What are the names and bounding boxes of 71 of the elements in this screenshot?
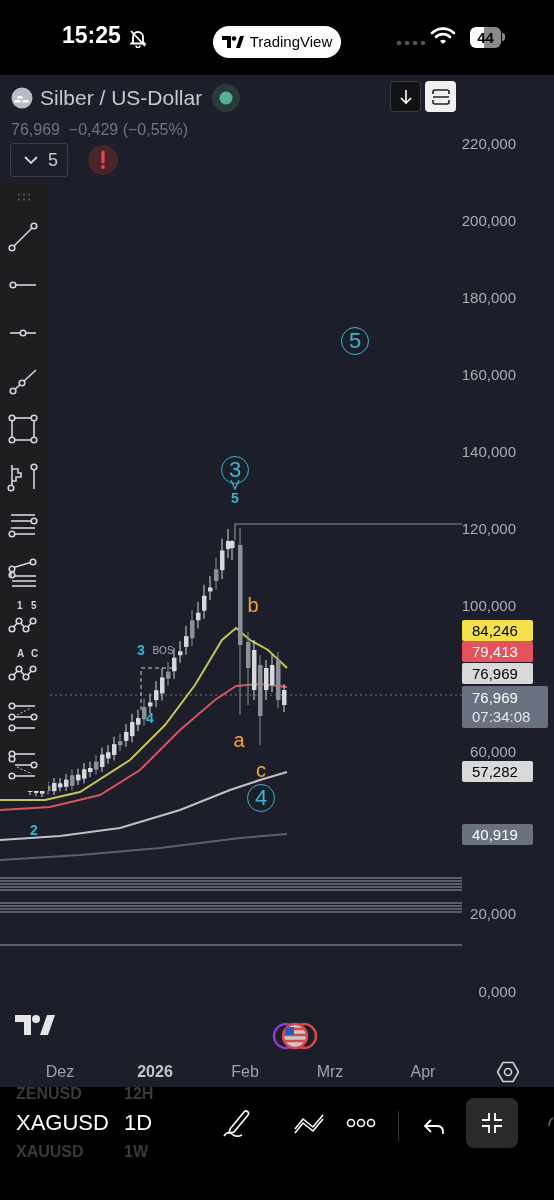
coin-icon xyxy=(11,87,33,109)
chevron-down-icon xyxy=(24,155,38,165)
price-tag: 76,969 xyxy=(462,663,533,684)
download-button[interactable] xyxy=(390,81,421,112)
price-axis-label: 140,000 xyxy=(461,443,516,461)
wave-label: 2 xyxy=(30,823,38,837)
price-tag: 79,413 xyxy=(462,641,533,662)
wave-label: c xyxy=(256,760,266,780)
symbol-option[interactable]: XAGUSD xyxy=(16,1112,124,1134)
interval-option[interactable]: 1D xyxy=(124,1112,153,1134)
wave-label: 4 xyxy=(146,711,154,725)
logo-icon xyxy=(15,1015,55,1035)
time-axis-label: Mrz xyxy=(316,1062,344,1082)
countdown-timer: 07:34:08 xyxy=(472,708,532,726)
price-change: 76,969 −0,429 (−0,55%) xyxy=(11,120,189,140)
battery-tip xyxy=(502,33,505,41)
app-pill[interactable]: TradingView xyxy=(213,26,341,58)
wave-label: b xyxy=(247,595,259,615)
fib-lines-icon[interactable] xyxy=(7,557,39,589)
price-tag: 57,282 xyxy=(462,761,533,782)
price-tag: 40,919 xyxy=(462,824,533,845)
undo-icon[interactable] xyxy=(423,1117,445,1135)
logo-icon xyxy=(221,36,244,48)
price-axis-label: 120,000 xyxy=(461,520,516,538)
indicators-toggle[interactable]: 5 xyxy=(10,143,68,177)
price-tag: 84,246 xyxy=(462,620,533,641)
time-axis-label: Dez xyxy=(45,1062,75,1082)
more-icon[interactable] xyxy=(346,1118,376,1128)
flag-events-icon[interactable] xyxy=(271,1021,319,1051)
clock-time: 15:25 xyxy=(62,24,121,47)
muted-bell-icon xyxy=(128,28,148,48)
app-name: TradingView xyxy=(249,31,333,52)
bos-line xyxy=(140,667,178,711)
symbol-title[interactable]: Silber / US-Dollar xyxy=(40,85,203,111)
price-axis-label: 200,000 xyxy=(461,212,516,230)
price-axis-label: 220,000 xyxy=(461,135,516,153)
wave-label: 5 xyxy=(231,491,239,505)
price-axis-label: 100,000 xyxy=(461,597,516,615)
bar-chart-pin-icon[interactable] xyxy=(7,461,39,493)
wave-label: 3 xyxy=(137,643,145,657)
tool-label: 1 xyxy=(17,601,23,611)
tool-label: C xyxy=(31,649,39,659)
drag-handle-icon[interactable] xyxy=(17,193,31,201)
tag-price: 76,969 xyxy=(472,688,519,708)
time-axis-label: Apr xyxy=(410,1062,436,1082)
signal-icon xyxy=(396,39,426,47)
rectangle-icon[interactable] xyxy=(7,413,39,445)
wave-label: a xyxy=(233,730,245,750)
collapse-icon xyxy=(480,1111,504,1135)
price-axis-label: 160,000 xyxy=(461,366,516,384)
time-axis-label: Feb xyxy=(231,1062,259,1082)
channel-icon[interactable] xyxy=(7,701,39,733)
market-open-icon xyxy=(212,84,240,112)
pointer-icon xyxy=(230,479,240,491)
tool-label: A xyxy=(17,649,25,659)
price-axis-label: 60,000 xyxy=(470,743,516,761)
tool-label: 5 xyxy=(31,601,37,611)
pen-icon[interactable] xyxy=(222,1108,250,1138)
alert-icon[interactable] xyxy=(88,145,118,175)
capture-button[interactable] xyxy=(425,81,456,112)
trend-line-icon[interactable] xyxy=(7,221,39,253)
screenshot-icon xyxy=(431,88,450,105)
wifi-icon xyxy=(430,26,456,46)
arrow-down-icon xyxy=(398,88,413,105)
price-axis-label: 20,000 xyxy=(470,905,516,923)
price-axis-label: 180,000 xyxy=(461,289,516,307)
time-axis-label: 2026 xyxy=(137,1062,173,1082)
exit-fullscreen-button[interactable] xyxy=(466,1098,518,1148)
channel-icon[interactable] xyxy=(7,749,39,781)
price-axis-label: 0,000 xyxy=(478,983,516,1001)
settings-icon[interactable] xyxy=(496,1061,520,1083)
